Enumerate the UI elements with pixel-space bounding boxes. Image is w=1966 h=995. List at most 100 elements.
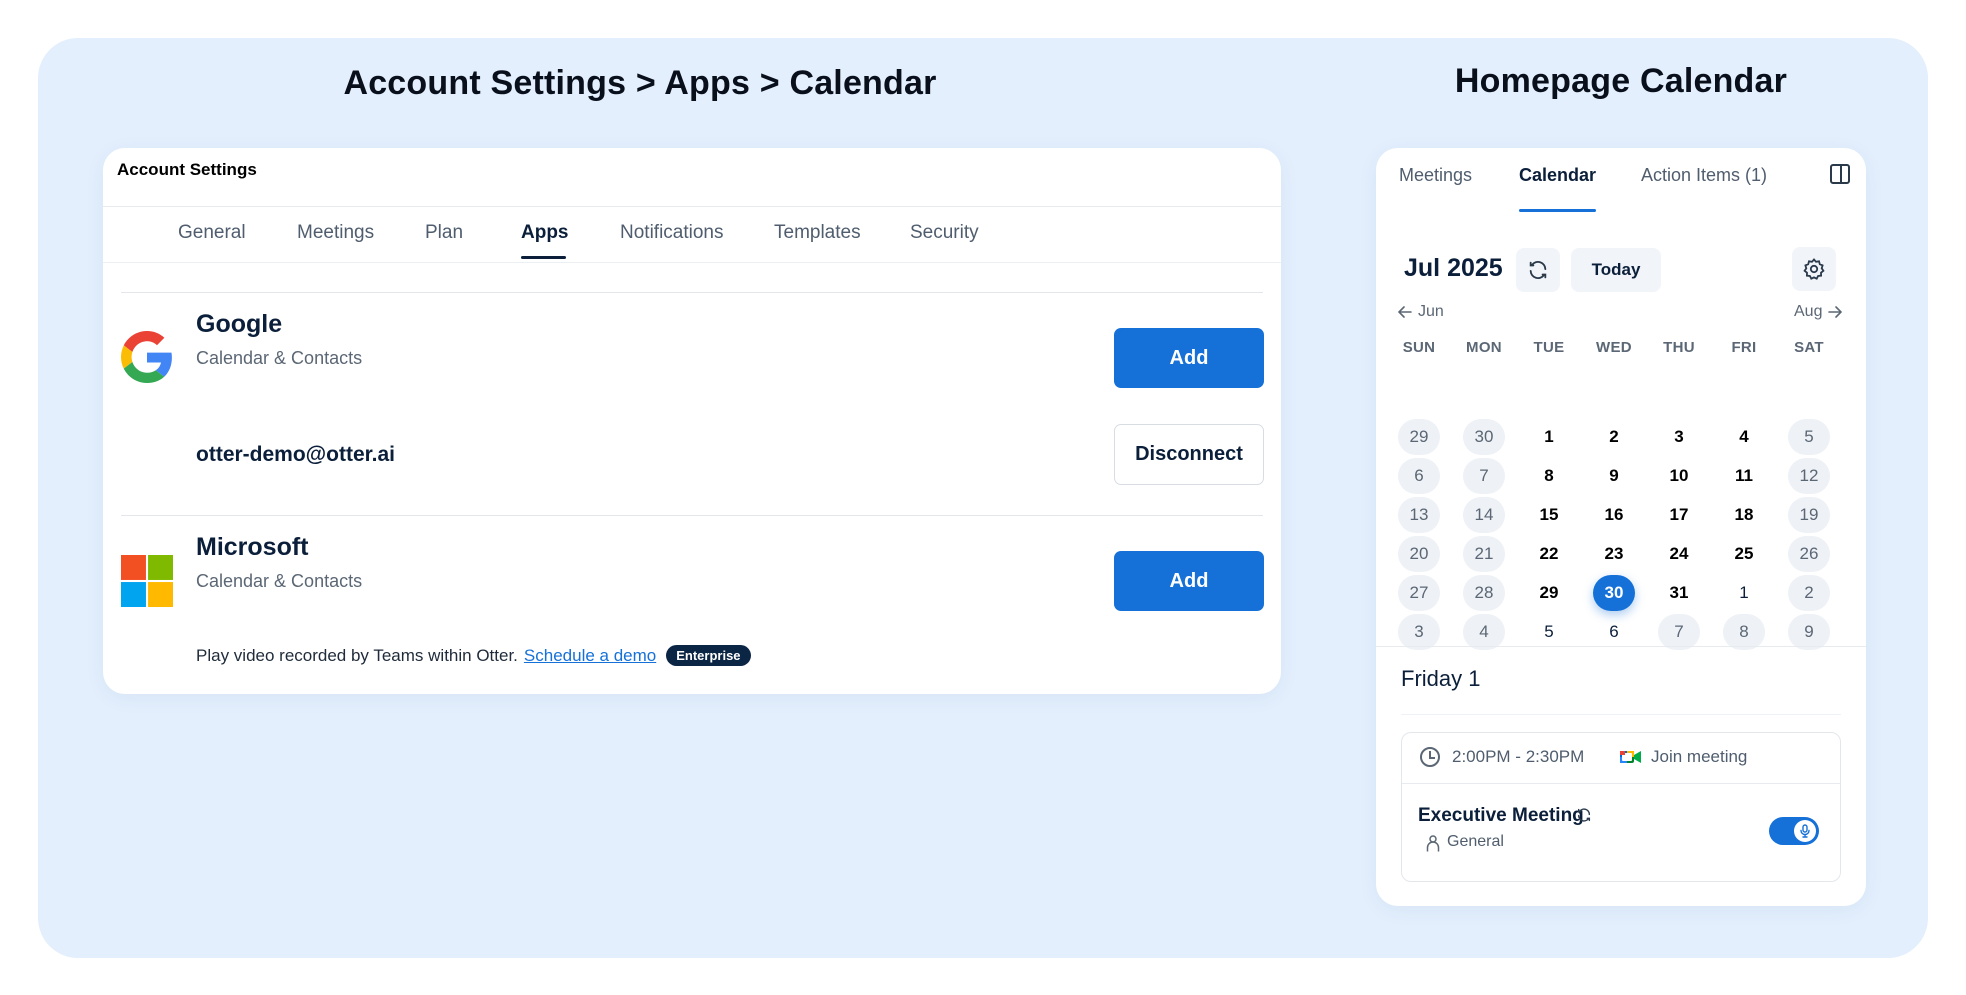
calendar-day[interactable]: 3	[1398, 614, 1440, 650]
divider	[103, 262, 1281, 263]
calendar-day[interactable]: 13	[1398, 497, 1440, 533]
calendar-day[interactable]: 16	[1593, 497, 1635, 533]
calendar-day[interactable]: 2	[1593, 419, 1635, 455]
tab-apps[interactable]: Apps	[521, 222, 569, 244]
calendar-day[interactable]: 21	[1463, 536, 1505, 572]
weekday-label-sun: SUN	[1402, 339, 1436, 356]
event-card[interactable]: 2:00PM - 2:30PM Join meeting Executive M…	[1401, 732, 1841, 882]
account-settings-panel: Account Settings General Meetings Plan A…	[103, 148, 1281, 694]
tab-meetings[interactable]: Meetings	[1399, 165, 1472, 186]
month-label: Jul 2025	[1404, 254, 1503, 282]
event-title: Executive Meeting	[1418, 805, 1584, 826]
calendar-day[interactable]: 20	[1398, 536, 1440, 572]
calendar-day[interactable]: 31	[1658, 575, 1700, 611]
calendar-day[interactable]: 5	[1788, 419, 1830, 455]
weekday-label-mon: MON	[1466, 339, 1502, 356]
calendar-day[interactable]: 6	[1398, 458, 1440, 494]
divider	[1376, 646, 1866, 647]
weekday-label-fri: FRI	[1731, 339, 1757, 356]
calendar-day[interactable]: 8	[1528, 458, 1570, 494]
calendar-day[interactable]: 27	[1398, 575, 1440, 611]
enterprise-badge: Enterprise	[666, 645, 751, 666]
arrow-left-icon	[1398, 306, 1412, 318]
divider	[121, 515, 1263, 516]
join-meeting-link[interactable]: Join meeting	[1651, 747, 1747, 767]
calendar-day[interactable]: 28	[1463, 575, 1505, 611]
calendar-day[interactable]: 11	[1723, 458, 1765, 494]
add-google-button[interactable]: Add	[1114, 328, 1264, 388]
tab-action-items[interactable]: Action Items (1)	[1641, 165, 1767, 186]
weekday-label-thu: THU	[1663, 339, 1695, 356]
event-time: 2:00PM - 2:30PM	[1452, 747, 1585, 766]
tab-plan[interactable]: Plan	[425, 222, 463, 244]
calendar-day[interactable]: 4	[1723, 419, 1765, 455]
account-settings-header: Account Settings	[117, 160, 257, 179]
homepage-calendar-panel: Meetings Calendar Action Items (1) Jul 2…	[1376, 148, 1866, 906]
weekday-label-tue: TUE	[1533, 339, 1565, 356]
calendar-day[interactable]: 26	[1788, 536, 1830, 572]
calendar-day[interactable]: 14	[1463, 497, 1505, 533]
calendar-day[interactable]: 29	[1528, 575, 1570, 611]
calendar-day[interactable]: 7	[1463, 458, 1505, 494]
add-microsoft-button[interactable]: Add	[1114, 551, 1264, 611]
calendar-day[interactable]: 19	[1788, 497, 1830, 533]
calendar-day[interactable]: 29	[1398, 419, 1440, 455]
tab-templates[interactable]: Templates	[774, 222, 861, 244]
divider	[121, 292, 1263, 293]
repeat-icon	[1577, 808, 1591, 822]
calendar-day[interactable]: 6	[1593, 614, 1635, 650]
calendar-day[interactable]: 10	[1658, 458, 1700, 494]
refresh-icon	[1529, 261, 1547, 279]
calendar-day[interactable]: 24	[1658, 536, 1700, 572]
section-title-homepage-calendar: Homepage Calendar	[1454, 62, 1788, 100]
tab-calendar[interactable]: Calendar	[1519, 165, 1596, 186]
previous-month-label: Jun	[1418, 303, 1444, 320]
divider	[1402, 783, 1840, 784]
person-icon	[1426, 835, 1440, 852]
calendar-day[interactable]: 9	[1788, 614, 1830, 650]
tab-security[interactable]: Security	[910, 222, 979, 244]
tab-meetings[interactable]: Meetings	[297, 222, 374, 244]
active-tab-indicator	[521, 256, 566, 259]
calendar-day[interactable]: 12	[1788, 458, 1830, 494]
calendar-day[interactable]: 7	[1658, 614, 1700, 650]
calendar-day[interactable]: 15	[1528, 497, 1570, 533]
calendar-day[interactable]: 17	[1658, 497, 1700, 533]
schedule-demo-link[interactable]: Schedule a demo	[524, 646, 656, 666]
weekday-label-sat: SAT	[1794, 339, 1824, 356]
sidebar-collapse-icon[interactable]	[1830, 164, 1850, 184]
google-meet-icon	[1620, 751, 1641, 763]
calendar-day[interactable]: 22	[1528, 536, 1570, 572]
connected-account-email: otter-demo@otter.ai	[196, 443, 395, 466]
active-tab-indicator	[1519, 209, 1596, 212]
refresh-button[interactable]	[1516, 248, 1560, 292]
tab-general[interactable]: General	[178, 222, 246, 244]
calendar-settings-button[interactable]	[1792, 247, 1836, 291]
today-button[interactable]: Today	[1571, 248, 1661, 292]
teams-note-text: Play video recorded by Teams within Otte…	[196, 645, 518, 665]
calendar-day[interactable]: 1	[1528, 419, 1570, 455]
arrow-right-icon	[1828, 306, 1843, 318]
calendar-day[interactable]: 9	[1593, 458, 1635, 494]
calendar-day[interactable]: 30	[1463, 419, 1505, 455]
calendar-day[interactable]: 2	[1788, 575, 1830, 611]
recording-toggle[interactable]	[1769, 817, 1819, 845]
calendar-day[interactable]: 18	[1723, 497, 1765, 533]
calendar-day[interactable]: 25	[1723, 536, 1765, 572]
next-month-link[interactable]: Aug	[1794, 303, 1843, 321]
calendar-day[interactable]: 1	[1723, 575, 1765, 611]
disconnect-button[interactable]: Disconnect	[1114, 424, 1264, 485]
settings-icon	[1803, 258, 1825, 280]
tab-notifications[interactable]: Notifications	[620, 222, 724, 244]
calendar-day-selected[interactable]: 30	[1593, 575, 1635, 611]
calendar-day[interactable]: 23	[1593, 536, 1635, 572]
calendar-day[interactable]: 3	[1658, 419, 1700, 455]
calendar-day[interactable]: 8	[1723, 614, 1765, 650]
calendar-day[interactable]: 4	[1463, 614, 1505, 650]
provider-name-google: Google	[196, 310, 283, 338]
settings-tabs: General Meetings Plan Apps Notifications…	[103, 206, 1281, 262]
microphone-icon	[1800, 824, 1810, 838]
previous-month-link[interactable]: Jun	[1398, 303, 1444, 321]
calendar-day[interactable]: 5	[1528, 614, 1570, 650]
section-title-account-settings: Account Settings > Apps > Calendar	[343, 64, 937, 102]
